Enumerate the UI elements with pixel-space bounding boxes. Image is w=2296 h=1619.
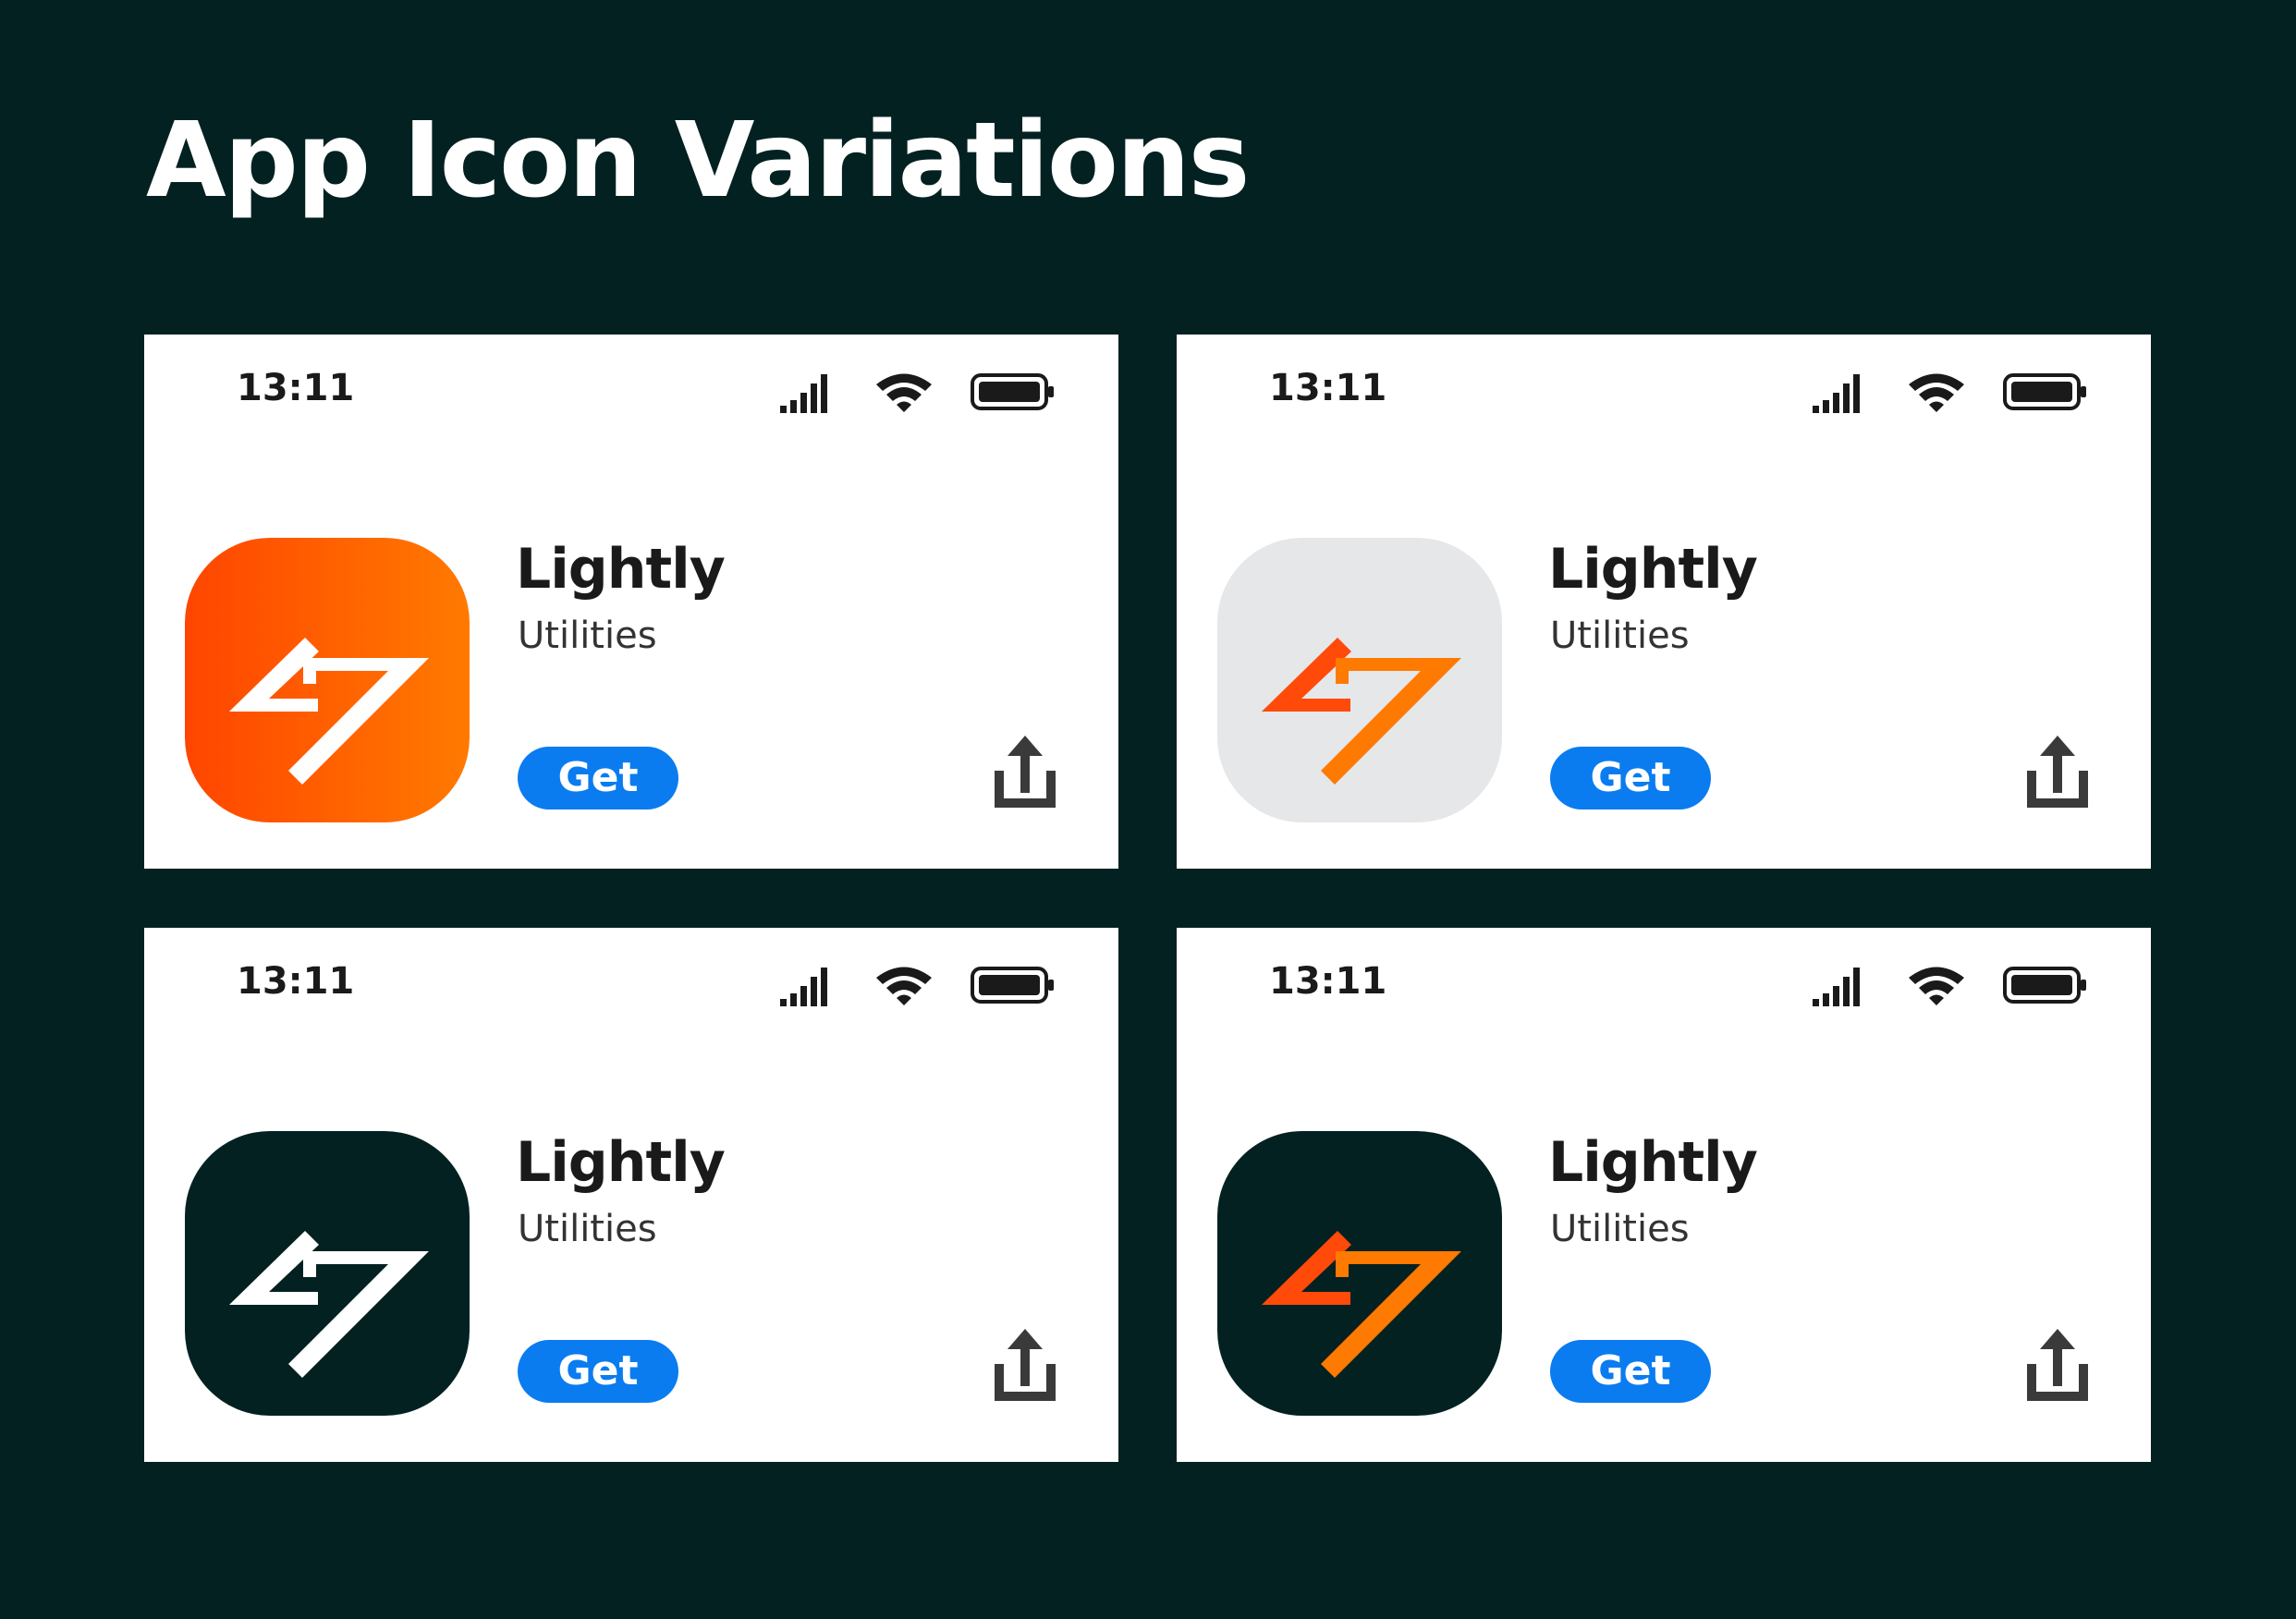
app-icon-light[interactable] [1217, 538, 1502, 822]
app-category: Utilities [1550, 1208, 1690, 1250]
status-bar-icons [780, 368, 1056, 416]
lightning-bolt-icon [185, 538, 470, 822]
app-category: Utilities [1550, 615, 1690, 657]
get-button[interactable]: Get [518, 1340, 678, 1403]
app-name: Lightly [1548, 537, 1758, 602]
get-button[interactable]: Get [1550, 747, 1711, 810]
wifi-icon [874, 964, 934, 1006]
battery-icon [2003, 372, 2088, 411]
status-bar-icons [1813, 961, 2088, 1009]
lightning-bolt-icon [1217, 1131, 1502, 1416]
page-title: App Icon Variations [146, 101, 1250, 221]
get-button[interactable]: Get [1550, 1340, 1711, 1403]
app-card: 13:11 Lightly Utilities Get [1177, 928, 2151, 1462]
battery-icon [2003, 966, 2088, 1004]
signal-icon [780, 371, 837, 413]
share-icon[interactable] [2023, 1327, 2092, 1405]
app-icon-dark-white[interactable] [185, 1131, 470, 1416]
status-bar-icons [780, 961, 1056, 1009]
battery-icon [971, 372, 1056, 411]
get-button[interactable]: Get [518, 747, 678, 810]
wifi-icon [1907, 964, 1966, 1006]
share-icon[interactable] [991, 734, 1059, 811]
status-bar-icons [1813, 368, 2088, 416]
status-time: 13:11 [1269, 960, 1387, 1003]
app-name: Lightly [516, 1130, 726, 1195]
share-icon[interactable] [991, 1327, 1059, 1405]
app-category: Utilities [518, 1208, 657, 1250]
app-icon-orange[interactable] [185, 538, 470, 822]
lightning-bolt-icon [1217, 538, 1502, 822]
signal-icon [1813, 371, 1870, 413]
status-time: 13:11 [237, 367, 355, 409]
app-name: Lightly [1548, 1130, 1758, 1195]
wifi-icon [874, 371, 934, 413]
app-category: Utilities [518, 615, 657, 657]
wifi-icon [1907, 371, 1966, 413]
app-card: 13:11 Lightly Utilities Get [144, 335, 1118, 869]
signal-icon [1813, 964, 1870, 1006]
battery-icon [971, 966, 1056, 1004]
app-icon-dark-orange[interactable] [1217, 1131, 1502, 1416]
signal-icon [780, 964, 837, 1006]
app-card: 13:11 Lightly Utilities Get [1177, 335, 2151, 869]
status-time: 13:11 [1269, 367, 1387, 409]
app-name: Lightly [516, 537, 726, 602]
app-card: 13:11 Lightly Utilities Get [144, 928, 1118, 1462]
status-time: 13:11 [237, 960, 355, 1003]
share-icon[interactable] [2023, 734, 2092, 811]
lightning-bolt-icon [185, 1131, 470, 1416]
